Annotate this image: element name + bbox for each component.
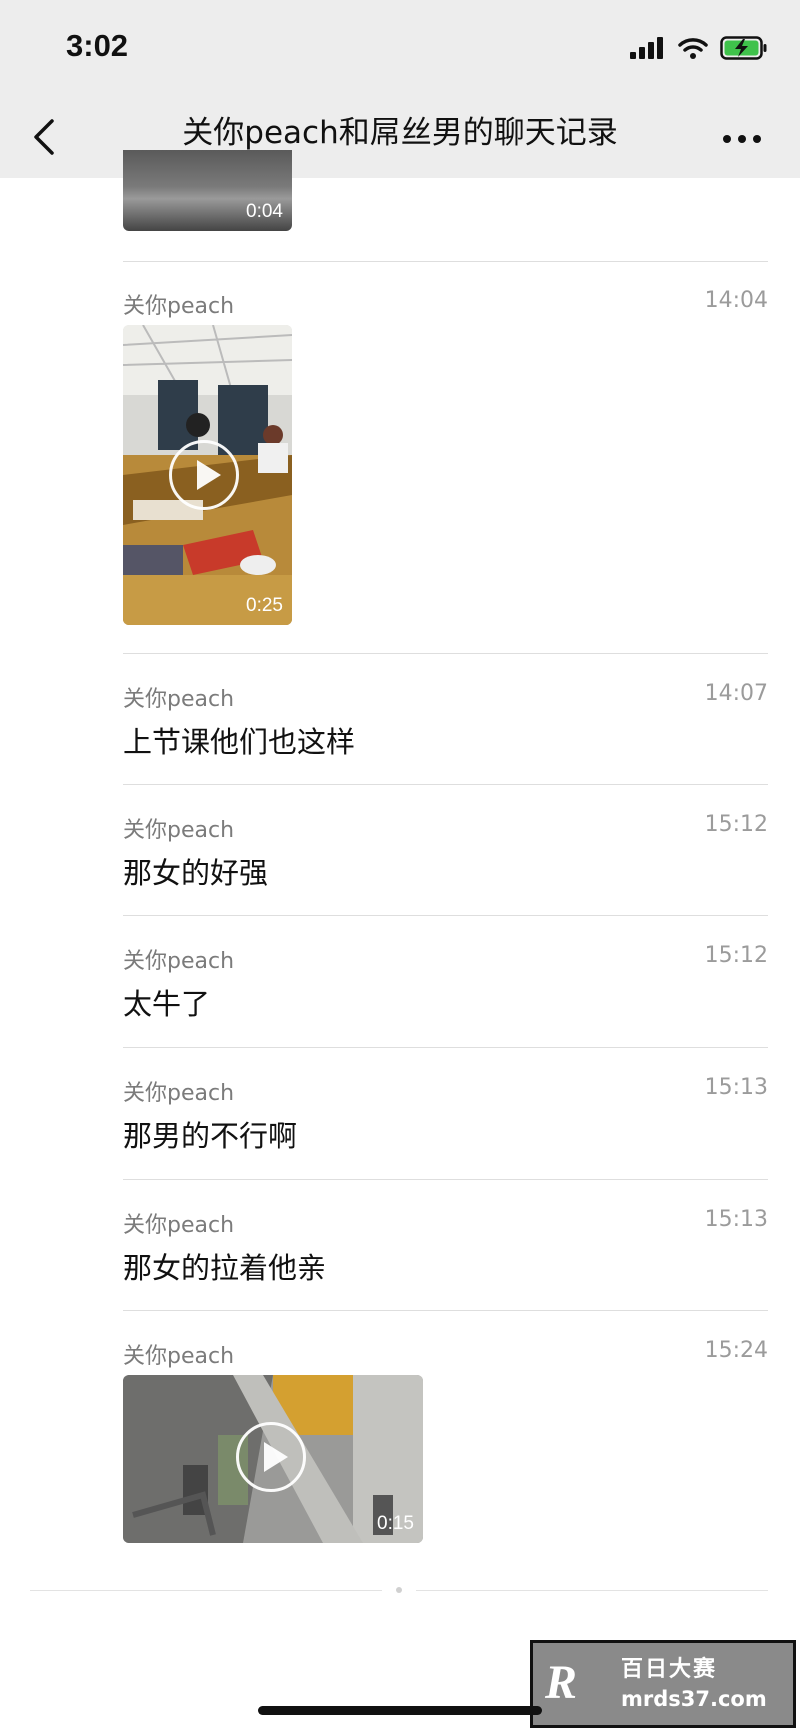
divider [123,784,768,785]
chat-message: 关你peach 15:12 太牛了 [123,943,768,1043]
chat-message: 关你peach 15:12 那女的好强 [123,812,768,912]
chat-title: 关你peach和屌丝男的聊天记录 [182,115,618,151]
watermark-url: mrds37.com [621,1687,767,1711]
divider [123,1047,768,1048]
sender-name: 关你peach [123,294,235,319]
home-indicator[interactable] [258,1706,542,1715]
sender-name: 关你peach [123,949,235,974]
list-end-line [416,1590,768,1591]
message-text: 那男的不行啊 [123,1119,298,1153]
divider [123,261,768,262]
status-bar: 3:02 [0,0,800,95]
watermark-title: 百日大赛 [621,1657,718,1682]
message-text: 太牛了 [123,987,211,1021]
divider [123,915,768,916]
message-time: 15:12 [704,812,768,837]
video-duration: 0:15 [377,1513,414,1534]
chevron-left-icon [34,119,54,155]
video-duration: 0:25 [246,595,283,616]
status-icons [630,34,768,62]
more-button[interactable] [720,117,764,157]
list-end-line [30,1590,382,1591]
message-time: 14:07 [704,681,768,706]
message-text: 那女的拉着他亲 [123,1251,327,1285]
play-icon [169,440,239,510]
message-time: 15:13 [704,1207,768,1232]
message-time: 15:24 [704,1338,768,1363]
nav-bar: 关你peach和屌丝男的聊天记录 [0,95,800,178]
watermark: R 百日大赛 mrds37.com [530,1640,796,1728]
status-time: 3:02 [66,28,129,63]
sender-name: 关你peach [123,687,235,712]
sender-name: 关你peach [123,1213,235,1238]
divider [123,1310,768,1311]
chat-message: 关你peach 15:13 那女的拉着他亲 [123,1207,768,1307]
sender-name: 关你peach [123,1081,235,1106]
signal-icon [630,37,663,59]
battery-charging-icon [720,36,767,60]
watermark-logo: R [545,1656,578,1709]
message-text: 上节课他们也这样 [123,725,356,759]
message-time: 15:12 [704,943,768,968]
list-end-dot [396,1587,402,1593]
back-button[interactable] [26,113,66,159]
play-icon [236,1422,306,1492]
wifi-icon [678,38,708,59]
sender-name: 关你peach [123,818,235,843]
video-thumbnail[interactable]: 0:04 [123,150,292,231]
message-text: 那女的好强 [123,856,269,890]
divider [123,653,768,654]
more-dots-icon [723,135,761,143]
divider [123,1179,768,1180]
message-time: 15:13 [704,1075,768,1100]
chat-message: 关你peach 14:07 上节课他们也这样 [123,681,768,781]
video-thumbnail[interactable]: 0:25 [123,325,292,625]
message-time: 14:04 [704,288,768,313]
sender-name: 关你peach [123,1344,235,1369]
chat-message: 关你peach 15:13 那男的不行啊 [123,1075,768,1175]
video-duration: 0:04 [246,201,283,222]
video-thumbnail[interactable]: 0:15 [123,1375,423,1543]
